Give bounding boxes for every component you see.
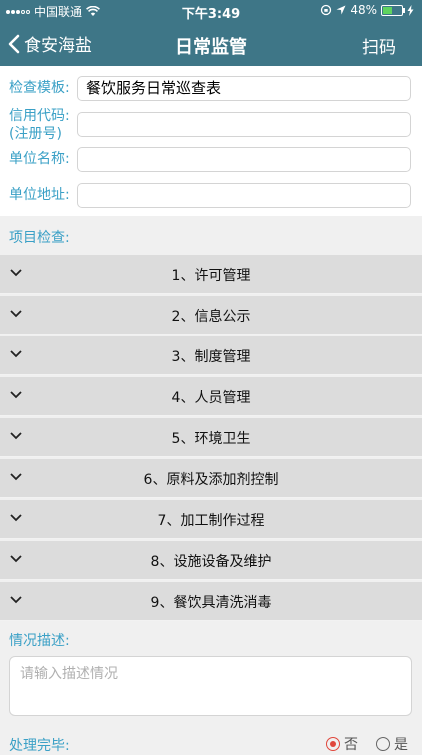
inspection-item-5[interactable]: 5、环境卫生: [0, 418, 422, 457]
radio-unselected-icon: [376, 737, 390, 751]
inspection-item-label: 3、制度管理: [171, 349, 251, 365]
chevron-down-icon: [10, 269, 22, 277]
chevron-down-icon: [10, 596, 22, 604]
back-button[interactable]: 食安海盐: [8, 31, 92, 56]
battery-percent: 48%: [350, 3, 377, 17]
template-field[interactable]: 餐饮服务日常巡查表: [77, 76, 411, 101]
inspection-item-label: 9、餐饮具清洗消毒: [150, 595, 272, 611]
completion-label: 处理完毕:: [9, 738, 70, 754]
description-label: 情况描述:: [9, 633, 70, 649]
radio-option-yes[interactable]: 是: [376, 734, 408, 754]
scan-button[interactable]: 扫码: [362, 33, 396, 58]
inspection-item-9[interactable]: 9、餐饮具清洗消毒: [0, 582, 422, 621]
inspection-item-label: 4、人员管理: [171, 390, 251, 406]
template-label: 检查模板:: [9, 80, 70, 96]
inspection-item-label: 8、设施设备及维护: [150, 554, 272, 570]
chevron-down-icon: [10, 432, 22, 440]
charging-icon: [407, 4, 414, 16]
radio-yes-label: 是: [394, 737, 408, 753]
inspection-item-3[interactable]: 3、制度管理: [0, 336, 422, 375]
radio-selected-icon: [326, 737, 340, 751]
inspection-form: 检查模板: 餐饮服务日常巡查表 信用代码: (注册号) 单位名称: 单位地址:: [0, 66, 422, 216]
chevron-down-icon: [10, 391, 22, 399]
inspection-item-2[interactable]: 2、信息公示: [0, 296, 422, 335]
chevron-left-icon: [8, 34, 20, 53]
credit-label: 信用代码: (注册号): [9, 107, 70, 143]
radio-no-label: 否: [344, 737, 358, 753]
chevron-down-icon: [10, 310, 22, 318]
description-textarea[interactable]: 请输入描述情况: [9, 656, 412, 716]
inspection-item-label: 1、许可管理: [171, 268, 251, 284]
inspection-item-label: 6、原料及添加剂控制: [143, 472, 279, 488]
battery-icon: [381, 4, 405, 16]
inspection-item-6[interactable]: 6、原料及添加剂控制: [0, 459, 422, 498]
inspection-item-8[interactable]: 8、设施设备及维护: [0, 541, 422, 580]
inspection-item-4[interactable]: 4、人员管理: [0, 377, 422, 416]
inspection-item-label: 5、环境卫生: [171, 431, 251, 447]
unit-address-field[interactable]: [77, 183, 411, 208]
orientation-lock-icon: [321, 4, 332, 16]
radio-option-no[interactable]: 否: [326, 734, 358, 754]
unit-name-label: 单位名称:: [9, 151, 70, 167]
inspection-item-label: 7、加工制作过程: [157, 513, 265, 529]
credit-code-field[interactable]: [77, 112, 411, 137]
nav-bar: 食安海盐 日常监管 扫码: [0, 22, 422, 66]
credit-label-line1: 信用代码:: [9, 108, 70, 124]
inspection-item-7[interactable]: 7、加工制作过程: [0, 500, 422, 539]
location-icon: [336, 5, 346, 15]
status-right: 48%: [320, 3, 414, 17]
inspection-section-label: 项目检查:: [9, 230, 70, 246]
chevron-down-icon: [10, 473, 22, 481]
unit-address-label: 单位地址:: [9, 187, 70, 203]
inspection-item-1[interactable]: 1、许可管理: [0, 255, 422, 294]
status-bar: 中国联通 下午3:49 48%: [0, 0, 422, 22]
inspection-item-label: 2、信息公示: [171, 309, 251, 325]
chevron-down-icon: [10, 514, 22, 522]
chevron-down-icon: [10, 555, 22, 563]
credit-label-line2: (注册号): [9, 126, 62, 142]
back-label: 食安海盐: [24, 36, 92, 56]
chevron-down-icon: [10, 350, 22, 358]
unit-name-field[interactable]: [77, 147, 411, 172]
